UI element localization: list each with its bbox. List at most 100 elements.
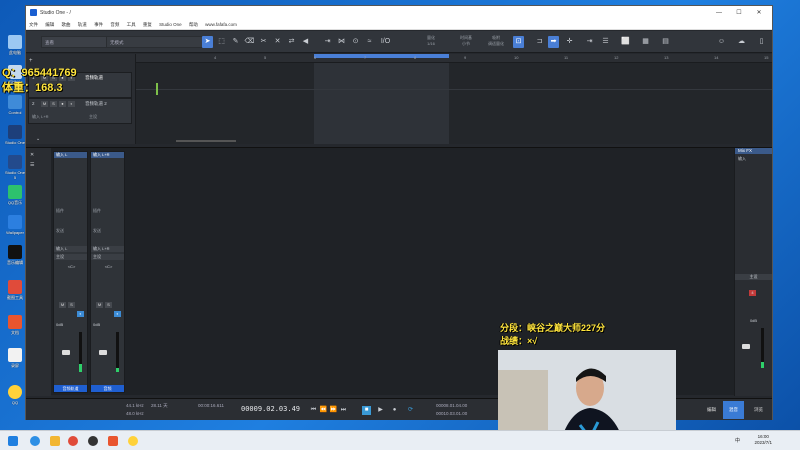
channel-output[interactable]: 主设 xyxy=(54,254,87,260)
play-button-icon[interactable]: ▶ xyxy=(376,406,385,415)
scissors-tool-icon[interactable]: ✂ xyxy=(258,36,269,48)
mixer-list-icon[interactable]: ☰ xyxy=(30,162,34,168)
main-input[interactable]: 输入 xyxy=(735,156,772,162)
browse-tab[interactable]: 浏览 xyxy=(748,401,769,419)
solo-button[interactable]: S xyxy=(50,101,57,107)
menu-repeat[interactable]: 重复 xyxy=(143,22,152,28)
collapse-icon[interactable]: ⌄ xyxy=(36,136,40,142)
channel-input[interactable]: 输入 L+R xyxy=(91,246,124,252)
track-output[interactable]: 主设 xyxy=(89,114,97,120)
cloud-icon[interactable]: ☁ xyxy=(736,36,747,48)
volume-fader[interactable] xyxy=(99,350,107,355)
edit-tab[interactable]: 编辑 xyxy=(701,401,722,419)
main-fader[interactable] xyxy=(742,344,750,349)
autoscroll-icon[interactable]: ⇥ xyxy=(584,36,595,48)
desktop-icon-qqmusic[interactable]: QQ音乐 xyxy=(4,185,26,213)
recorder-icon[interactable] xyxy=(108,436,118,446)
pan-value[interactable]: <C> xyxy=(54,264,87,270)
track-input[interactable]: 输入 L+R xyxy=(32,114,49,120)
pan-value[interactable]: <C> xyxy=(91,264,124,270)
close-mixer-icon[interactable]: ✕ xyxy=(30,152,34,158)
io-icon[interactable]: I/O xyxy=(380,36,391,48)
channel-input[interactable]: 输入 L xyxy=(54,246,87,252)
menu-track[interactable]: 轨道 xyxy=(78,22,87,28)
zoom-icon[interactable]: ⊙ xyxy=(350,36,361,48)
stop-button-icon[interactable]: ■ xyxy=(362,406,371,415)
menu-studio-one[interactable]: Studio One xyxy=(159,22,182,27)
desktop-icon-editor[interactable]: 音乐编辑 xyxy=(4,245,26,273)
track-name[interactable]: 音频轨道 xyxy=(85,75,103,81)
desktop-icon-control[interactable]: Control xyxy=(4,95,26,123)
mute-tool-icon[interactable]: ✕ xyxy=(272,36,283,48)
forward-end-icon[interactable]: ⏭ xyxy=(339,406,348,415)
mute-button[interactable]: M xyxy=(59,302,66,308)
desktop-icon-recorder[interactable]: 录屏 xyxy=(4,348,26,376)
horizontal-scrollbar[interactable] xyxy=(176,140,236,142)
app-icon[interactable] xyxy=(88,436,98,446)
frame-icon[interactable]: ⬜ xyxy=(620,36,631,48)
start-icon[interactable] xyxy=(8,436,18,446)
arrow-tool-icon[interactable]: ➤ xyxy=(202,36,213,48)
wave-icon[interactable]: ≈ xyxy=(364,36,375,48)
monitor-button[interactable]: ◐ xyxy=(68,101,75,107)
playlist-icon[interactable]: ☰ xyxy=(600,36,611,48)
quantize-group[interactable]: 量化 1/16 xyxy=(416,35,446,47)
cursor-icon[interactable]: ✛ xyxy=(564,36,575,48)
solo-button[interactable]: S xyxy=(105,302,112,308)
desktop-icon-studio-one-5[interactable]: Studio One 5 xyxy=(4,155,26,183)
menu-file[interactable]: 文件 xyxy=(29,22,38,28)
record-button[interactable]: ● xyxy=(59,101,66,107)
menu-song[interactable]: 歌曲 xyxy=(62,22,71,28)
monitor-button[interactable]: ◐ xyxy=(77,311,84,317)
menu-event[interactable]: 事件 xyxy=(94,22,103,28)
minimize-button[interactable]: — xyxy=(712,9,726,17)
bend-tool-icon[interactable]: ⇄ xyxy=(286,36,297,48)
menu-help[interactable]: 帮助 xyxy=(189,22,198,28)
channel-header[interactable]: 输入 L+R xyxy=(91,152,124,158)
desktop-icon-studio-one[interactable]: Studio One xyxy=(4,125,26,153)
snap-grid-icon[interactable]: ⋈ xyxy=(336,36,347,48)
mute-button[interactable]: M xyxy=(41,101,48,107)
record-button-icon[interactable]: ● xyxy=(390,406,399,415)
eraser-tool-icon[interactable]: ⌫ xyxy=(244,36,255,48)
rewind-start-icon[interactable]: ⏮ xyxy=(309,406,318,415)
forward-icon[interactable]: ⏩ xyxy=(329,406,338,415)
file-explorer-icon[interactable] xyxy=(50,436,60,446)
menu-site[interactable]: www.fafafa.com xyxy=(205,22,237,27)
settings-icon[interactable]: ▯ xyxy=(756,36,767,48)
split-icon[interactable]: ⇥ xyxy=(322,36,333,48)
arrange-view[interactable] xyxy=(136,63,772,144)
marker-icon[interactable]: ⊐ xyxy=(534,36,545,48)
channel-output[interactable]: 主设 xyxy=(91,254,124,260)
maximize-button[interactable]: ☐ xyxy=(732,9,746,17)
snap-group[interactable]: 吸附 调适量化 xyxy=(481,35,511,47)
ime-indicator[interactable]: 中 xyxy=(735,437,740,444)
mute-button[interactable]: M xyxy=(96,302,103,308)
pencil-tool-icon[interactable]: ✎ xyxy=(230,36,241,48)
loop-end[interactable]: 00010.03.01.00 xyxy=(436,411,467,416)
solo-button[interactable]: S xyxy=(68,302,75,308)
channel-name[interactable]: 音频轨道 xyxy=(54,385,87,392)
menu-tools[interactable]: 工具 xyxy=(127,22,136,28)
loop-start[interactable]: 00008.01.04.00 xyxy=(436,403,467,408)
menu-edit[interactable]: 编辑 xyxy=(45,22,54,28)
listen-tool-icon[interactable]: ◀ xyxy=(300,36,311,48)
channel-header[interactable]: 输入 L xyxy=(54,152,87,158)
desktop-icon-snip[interactable]: 截图工具 xyxy=(4,280,26,308)
desktop-icon-computer[interactable]: 此电脑 xyxy=(4,35,26,63)
track-name[interactable]: 音频轨道 2 xyxy=(85,101,107,107)
rewind-icon[interactable]: ⏪ xyxy=(319,406,328,415)
main-output[interactable]: 主设 xyxy=(735,274,772,280)
mix-fx-title[interactable]: Mix FX xyxy=(735,148,772,154)
follow-icon[interactable]: ➡ xyxy=(548,36,559,48)
position-display[interactable]: 00009.02.03.49 xyxy=(241,405,300,413)
qq-icon[interactable] xyxy=(128,436,138,446)
grid-view-icon[interactable]: ▦ xyxy=(640,36,651,48)
desktop-icon-wallpaper[interactable]: Wallpaper xyxy=(4,215,26,243)
loop-button-icon[interactable]: ⟳ xyxy=(406,406,415,415)
desktop-icon-qq[interactable]: QQ xyxy=(4,385,26,413)
menu-audio[interactable]: 音频 xyxy=(110,22,119,28)
monitor-button[interactable]: ◐ xyxy=(114,311,121,317)
loop-range[interactable] xyxy=(314,54,449,58)
track-2-header[interactable]: 2 音频轨道 2 M S ● ◐ 输入 L+R 主设 xyxy=(28,98,132,124)
